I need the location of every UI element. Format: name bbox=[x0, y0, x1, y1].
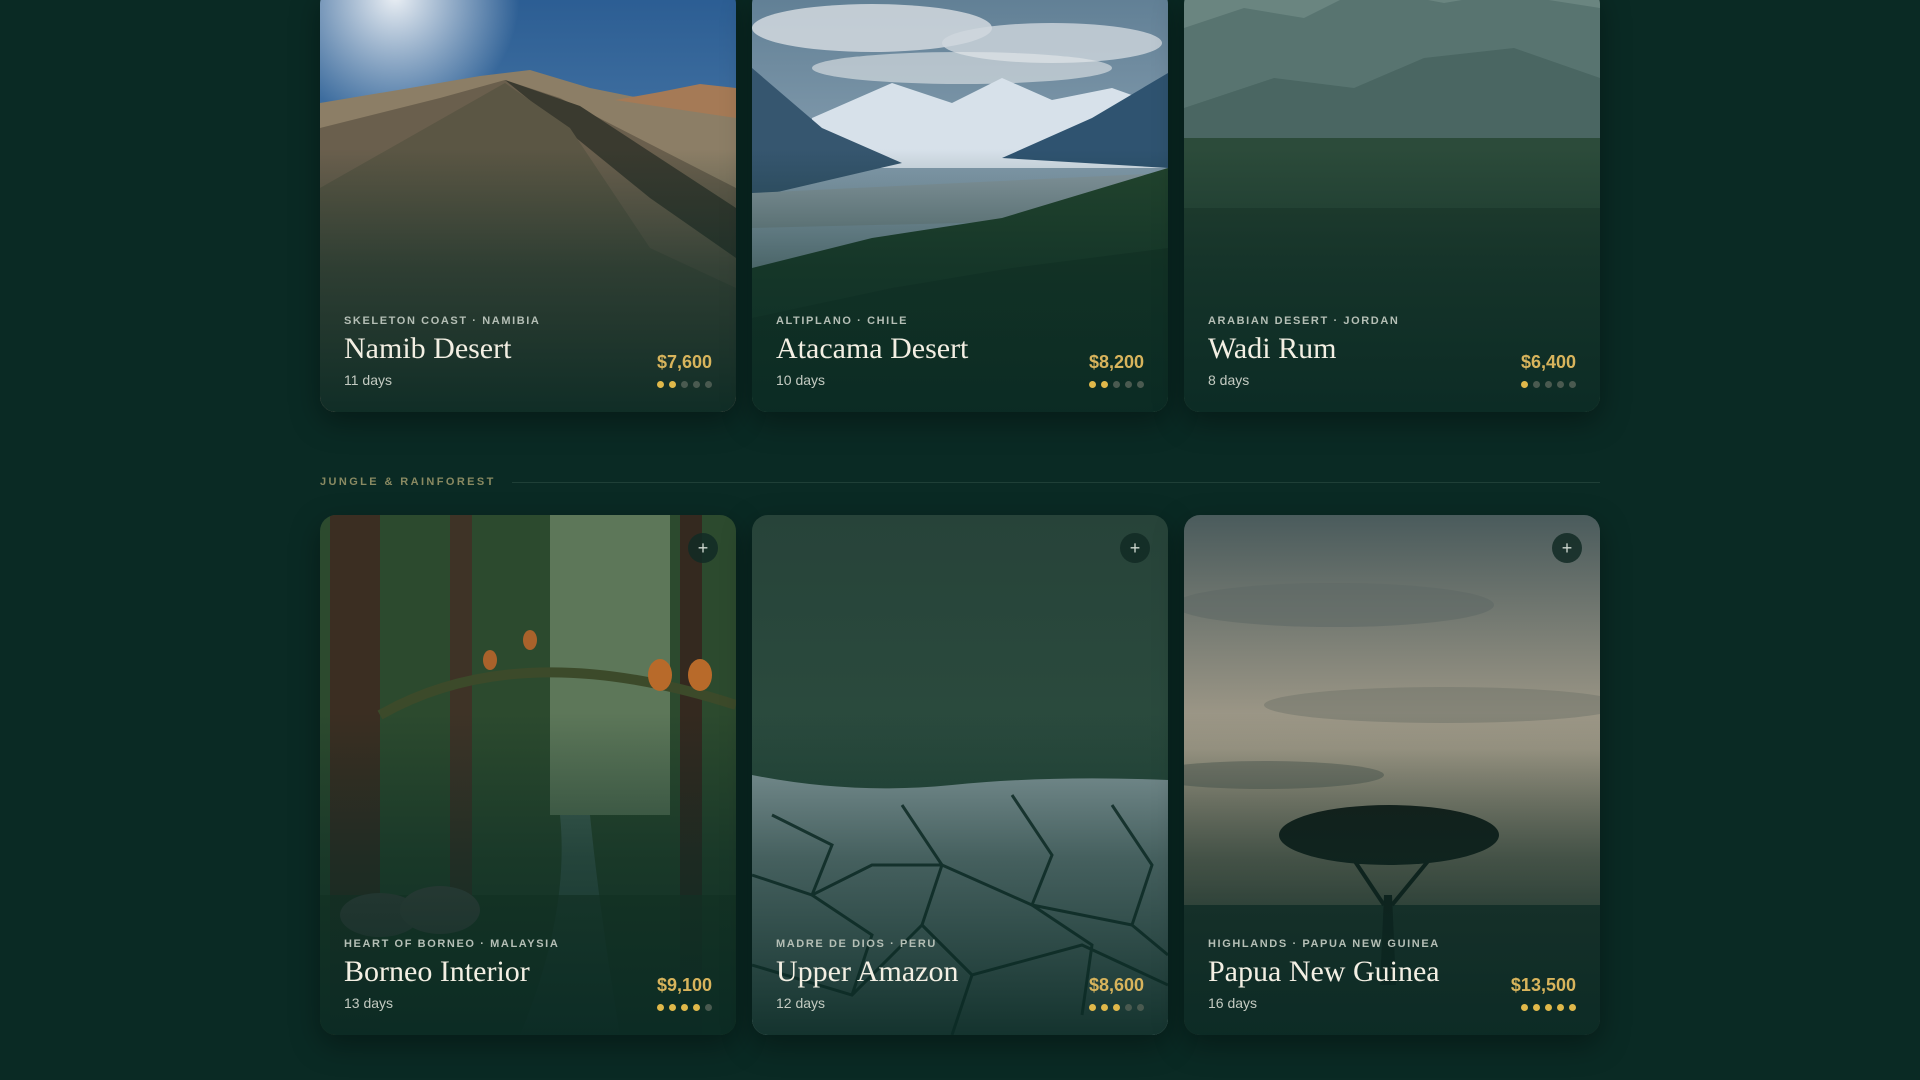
dot-empty bbox=[705, 1004, 712, 1011]
trip-card-atacama-desert[interactable]: ALTIPLANO · CHILE Atacama Desert 10 days… bbox=[752, 0, 1168, 412]
dot-empty bbox=[693, 381, 700, 388]
card-price-box: $13,500 bbox=[1511, 975, 1576, 1011]
card-price-box: $8,600 bbox=[1089, 975, 1144, 1011]
difficulty-dots bbox=[1089, 381, 1144, 388]
dot-filled bbox=[657, 1004, 664, 1011]
card-region: HIGHLANDS · PAPUA NEW GUINEA bbox=[1208, 937, 1440, 950]
dot-filled bbox=[1569, 1004, 1576, 1011]
dot-filled bbox=[1521, 1004, 1528, 1011]
add-trip-button[interactable]: + bbox=[688, 533, 718, 563]
card-price: $6,400 bbox=[1520, 352, 1576, 372]
desert-card-grid: SKELETON COAST · NAMIBIA Namib Desert 11… bbox=[320, 0, 1600, 412]
dot-empty bbox=[1137, 381, 1144, 388]
card-info: ALTIPLANO · CHILE Atacama Desert 10 days… bbox=[776, 314, 1144, 388]
card-info: HIGHLANDS · PAPUA NEW GUINEA Papua New G… bbox=[1208, 937, 1576, 1011]
dot-empty bbox=[1557, 381, 1564, 388]
dot-filled bbox=[1089, 1004, 1096, 1011]
dot-empty bbox=[1533, 381, 1540, 388]
dot-filled bbox=[693, 1004, 700, 1011]
dot-empty bbox=[1125, 381, 1132, 388]
card-info: ARABIAN DESERT · JORDAN Wadi Rum 8 days … bbox=[1208, 314, 1576, 388]
card-price-box: $6,400 bbox=[1521, 352, 1576, 388]
card-region: ARABIAN DESERT · JORDAN bbox=[1208, 314, 1400, 327]
add-trip-button[interactable]: + bbox=[1120, 533, 1150, 563]
trip-card-papua-new-guinea[interactable]: + HIGHLANDS · PAPUA NEW GUINEA Papua New… bbox=[1184, 515, 1600, 1035]
card-price: $8,600 bbox=[1088, 975, 1144, 995]
trip-card-upper-amazon[interactable]: + MADRE DE DIOS · PERU Upper Amazon 12 d… bbox=[752, 515, 1168, 1035]
card-price-box: $9,100 bbox=[657, 975, 712, 1011]
card-info: MADRE DE DIOS · PERU Upper Amazon 12 day… bbox=[776, 937, 1144, 1011]
section-header-jungle: JUNGLE & RAINFOREST bbox=[320, 476, 1600, 488]
dot-filled bbox=[1545, 1004, 1552, 1011]
dot-filled bbox=[1521, 381, 1528, 388]
difficulty-dots bbox=[1511, 1004, 1576, 1011]
card-price: $13,500 bbox=[1510, 975, 1576, 995]
dot-filled bbox=[1113, 1004, 1120, 1011]
card-region: HEART OF BORNEO · MALAYSIA bbox=[344, 937, 560, 950]
difficulty-dots bbox=[657, 381, 712, 388]
card-region: ALTIPLANO · CHILE bbox=[776, 314, 909, 327]
trip-card-borneo-interior[interactable]: + HEART OF BORNEO · MALAYSIA Borneo Inte… bbox=[320, 515, 736, 1035]
dot-empty bbox=[705, 381, 712, 388]
section-divider bbox=[511, 481, 1600, 483]
card-info: HEART OF BORNEO · MALAYSIA Borneo Interi… bbox=[344, 937, 712, 1011]
dot-empty bbox=[681, 381, 688, 388]
section-label: JUNGLE & RAINFOREST bbox=[320, 476, 496, 488]
dot-empty bbox=[1113, 381, 1120, 388]
card-region: MADRE DE DIOS · PERU bbox=[776, 937, 937, 950]
page: SKELETON COAST · NAMIBIA Namib Desert 11… bbox=[0, 0, 1920, 1080]
dot-empty bbox=[1137, 1004, 1144, 1011]
trip-card-wadi-rum[interactable]: ARABIAN DESERT · JORDAN Wadi Rum 8 days … bbox=[1184, 0, 1600, 412]
difficulty-dots bbox=[1089, 1004, 1144, 1011]
dot-empty bbox=[1545, 381, 1552, 388]
dot-filled bbox=[1101, 381, 1108, 388]
card-price: $9,100 bbox=[656, 975, 712, 995]
card-price-box: $8,200 bbox=[1089, 352, 1144, 388]
dot-filled bbox=[1557, 1004, 1564, 1011]
dot-empty bbox=[1569, 381, 1576, 388]
dot-filled bbox=[657, 381, 664, 388]
difficulty-dots bbox=[1521, 381, 1576, 388]
dot-filled bbox=[1089, 381, 1096, 388]
card-price: $7,600 bbox=[656, 352, 712, 372]
jungle-card-grid: + HEART OF BORNEO · MALAYSIA Borneo Inte… bbox=[320, 515, 1600, 1035]
dot-filled bbox=[1533, 1004, 1540, 1011]
trip-card-namib-desert[interactable]: SKELETON COAST · NAMIBIA Namib Desert 11… bbox=[320, 0, 736, 412]
dot-filled bbox=[669, 381, 676, 388]
dot-empty bbox=[1125, 1004, 1132, 1011]
card-price-box: $7,600 bbox=[657, 352, 712, 388]
dot-filled bbox=[1101, 1004, 1108, 1011]
dot-filled bbox=[681, 1004, 688, 1011]
dot-filled bbox=[669, 1004, 676, 1011]
card-region: SKELETON COAST · NAMIBIA bbox=[344, 314, 541, 327]
add-trip-button[interactable]: + bbox=[1552, 533, 1582, 563]
card-info: SKELETON COAST · NAMIBIA Namib Desert 11… bbox=[344, 314, 712, 388]
difficulty-dots bbox=[657, 1004, 712, 1011]
card-price: $8,200 bbox=[1088, 352, 1144, 372]
